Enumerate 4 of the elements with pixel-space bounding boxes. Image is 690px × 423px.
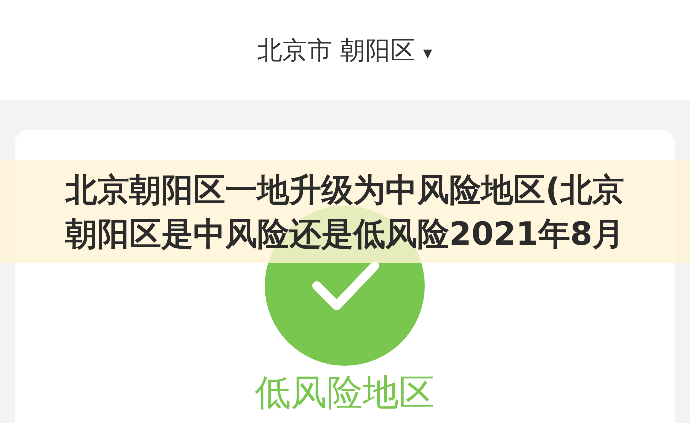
title-text: 朝阳区是中风险还是低风险2021年8月 [65,214,625,254]
location-selector[interactable]: 北京市 朝阳区 ▾ [258,34,432,66]
risk-level-label: 低风险地区 [255,374,435,414]
title-text: 北京朝阳区一地升级为中风险地区(北京 [66,170,624,210]
